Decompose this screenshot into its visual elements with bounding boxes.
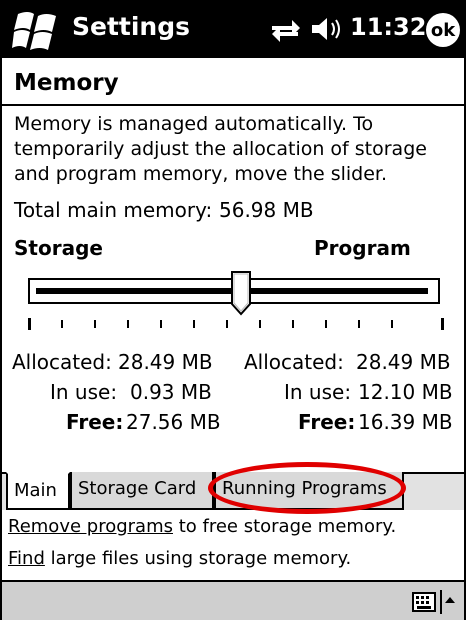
total-memory-value: 56.98 MB [219,198,314,222]
windows-flag-icon[interactable] [12,8,62,52]
connectivity-arrows-icon[interactable] [268,16,302,44]
input-panel-arrow-button[interactable] [440,590,458,614]
storage-in-use-value: 0.93 MB [130,380,212,404]
chevron-up-icon [445,597,455,603]
total-memory-label: Total main memory: [14,198,213,222]
tab-storage-card[interactable]: Storage Card [70,472,214,510]
find-link[interactable]: Find [8,548,45,569]
find-files-text: large files using storage memory. [44,548,352,569]
description-text: Memory is managed automatically. To temp… [14,113,427,185]
keyboard-icon[interactable] [412,592,436,612]
memory-slider-thumb[interactable] [230,270,252,316]
storage-free-value: 27.56 MB [126,410,221,434]
find-files-line: Find large files using storage memory. [8,548,351,569]
clock[interactable]: 11:32 [350,13,426,41]
remove-programs-line: Remove programs to free storage memory. [8,516,396,537]
window-frame: Settings 11:32 ok Memory Memory is manag… [0,0,466,620]
menu-bar [2,580,464,620]
storage-allocated-label: Allocated: [12,350,112,374]
program-in-use-label: In use: [284,380,352,404]
program-in-use-value: 12.10 MB [358,380,453,404]
speaker-icon[interactable] [310,14,344,44]
program-free-label: Free: [298,410,356,434]
storage-in-use-label: In use: [50,380,118,404]
divider [2,104,464,106]
slider-program-label: Program [314,236,411,260]
slider-storage-label: Storage [14,236,103,260]
ok-button[interactable]: ok [426,13,460,47]
program-allocated-value: 28.49 MB [356,350,451,374]
remove-programs-text: to free storage memory. [172,516,397,537]
remove-programs-link[interactable]: Remove programs [8,516,173,537]
page-title: Memory [14,70,119,96]
program-free-value: 16.39 MB [358,410,453,434]
tab-main[interactable]: Main [6,472,70,510]
storage-free-label: Free: [66,410,124,434]
window-title: Settings [72,12,191,41]
highlight-annotation [208,462,406,514]
slider-ticks [28,318,444,330]
program-allocated-label: Allocated: [244,350,344,374]
storage-allocated-value: 28.49 MB [118,350,213,374]
title-bar: Settings 11:32 ok [2,2,464,58]
